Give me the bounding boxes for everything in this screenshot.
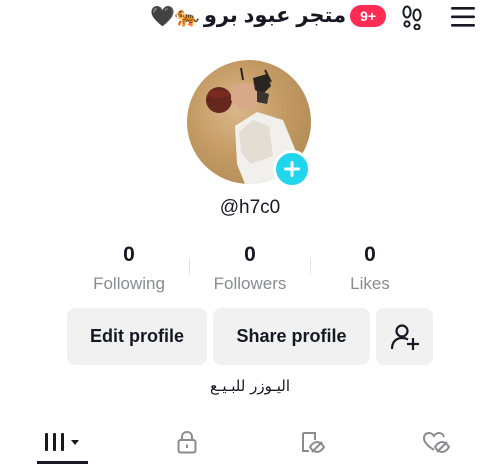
following-count: 0 [123,243,135,266]
bio-text: اليـوزر للبـيـع [209,377,291,395]
username: @h7c0 [219,197,281,218]
stat-followers[interactable]: 0 Followers [190,242,310,294]
tab-videos[interactable] [37,418,88,465]
add-avatar-button[interactable] [273,150,311,188]
likes-count: 0 [364,243,376,266]
stat-following[interactable]: 0 Following [69,242,189,294]
stat-likes[interactable]: 0 Likes [310,242,430,294]
heart-eye-off-icon [422,431,450,453]
profile-tabs [0,418,500,465]
share-profile-button[interactable]: Share profile [213,308,370,365]
likes-label: Likes [350,274,390,293]
lock-icon [177,430,197,453]
hamburger-menu-icon[interactable] [449,3,477,31]
grid-bars-icon [44,432,79,451]
active-tab-indicator [37,461,88,464]
top-bar: 🖤 🐅 متجر عبود برو 9+ [0,0,500,34]
edit-profile-button[interactable]: Edit profile [67,308,207,365]
tab-reposts[interactable] [290,418,334,465]
followers-count: 0 [244,243,256,266]
account-switcher[interactable]: 🖤 🐅 متجر عبود برو 9+ [150,3,387,29]
footprints-icon[interactable] [398,3,426,31]
add-friend-button[interactable] [376,308,433,365]
tab-liked[interactable] [414,418,458,465]
black-heart-emoji: 🖤 [150,4,175,28]
plus-icon [284,161,300,177]
following-label: Following [93,274,165,293]
tab-private[interactable] [165,418,209,465]
account-name[interactable]: متجر عبود برو [204,3,346,29]
notification-badge[interactable]: 9+ [350,5,387,27]
add-user-icon [390,323,419,350]
tiger-emoji: 🐅 [174,4,200,28]
followers-label: Followers [213,274,287,293]
repost-eye-off-icon [302,431,325,453]
